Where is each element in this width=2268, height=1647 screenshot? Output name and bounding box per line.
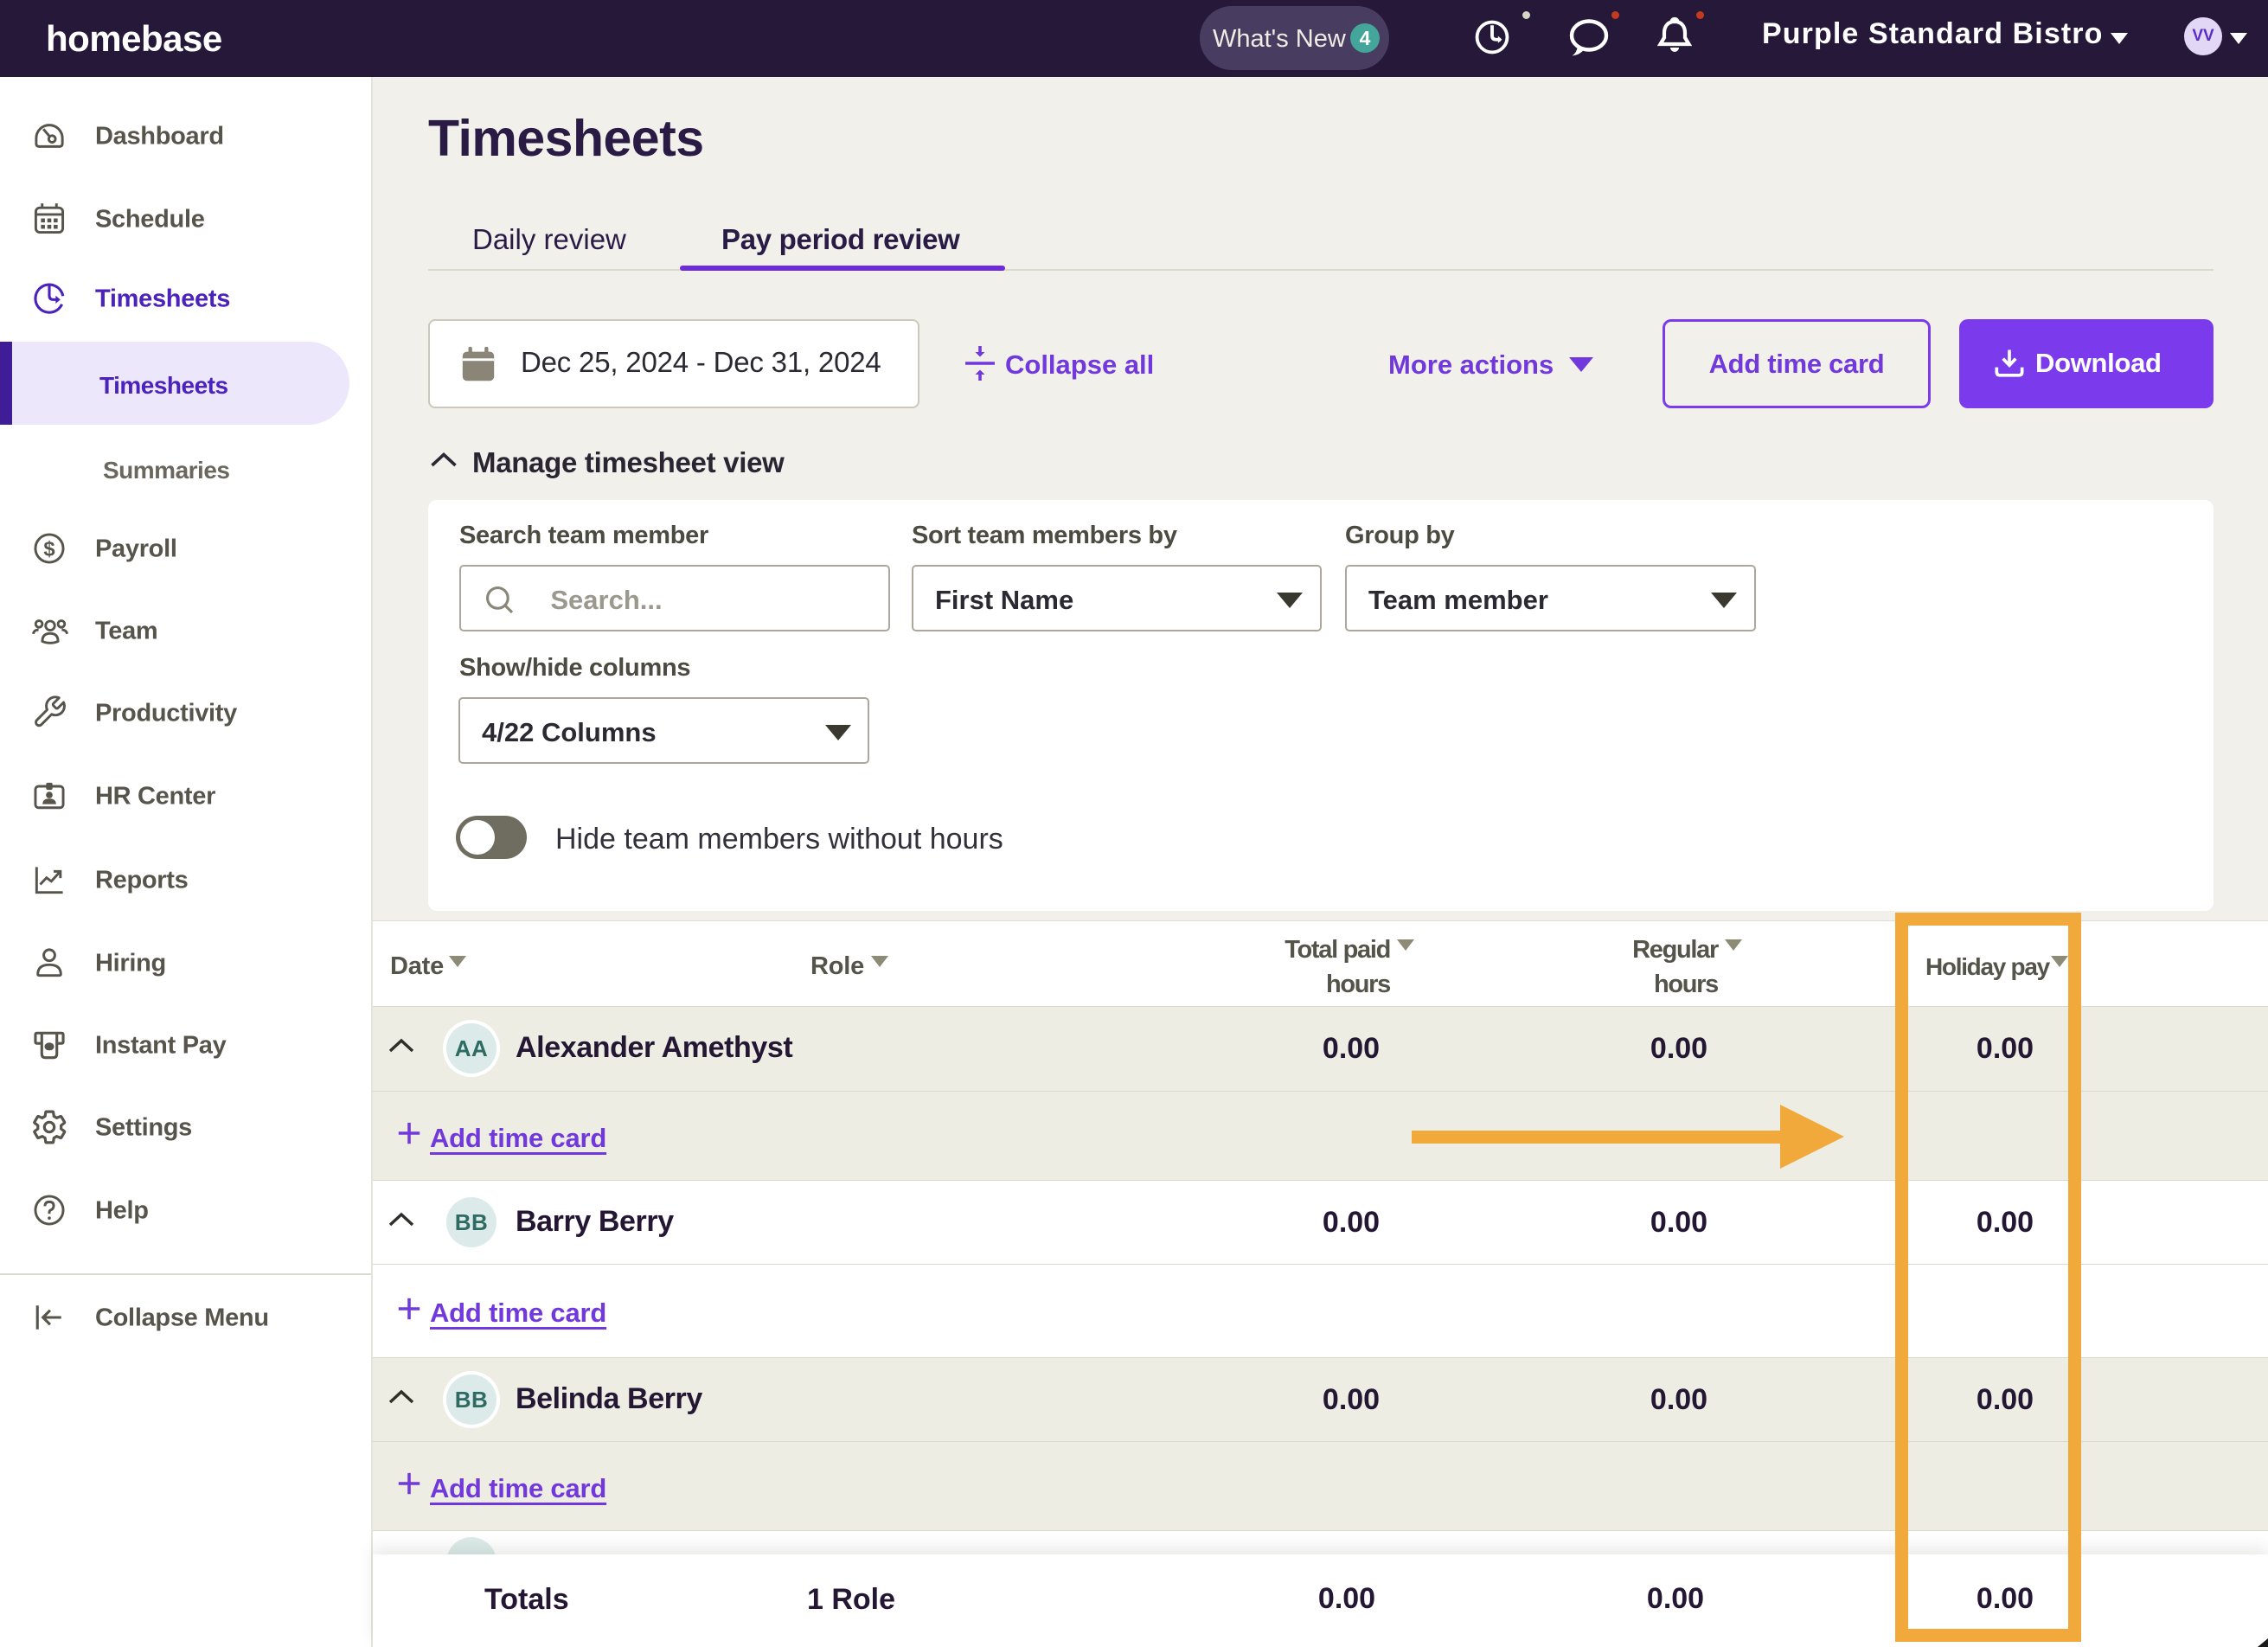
svg-text:$: $	[43, 537, 54, 561]
